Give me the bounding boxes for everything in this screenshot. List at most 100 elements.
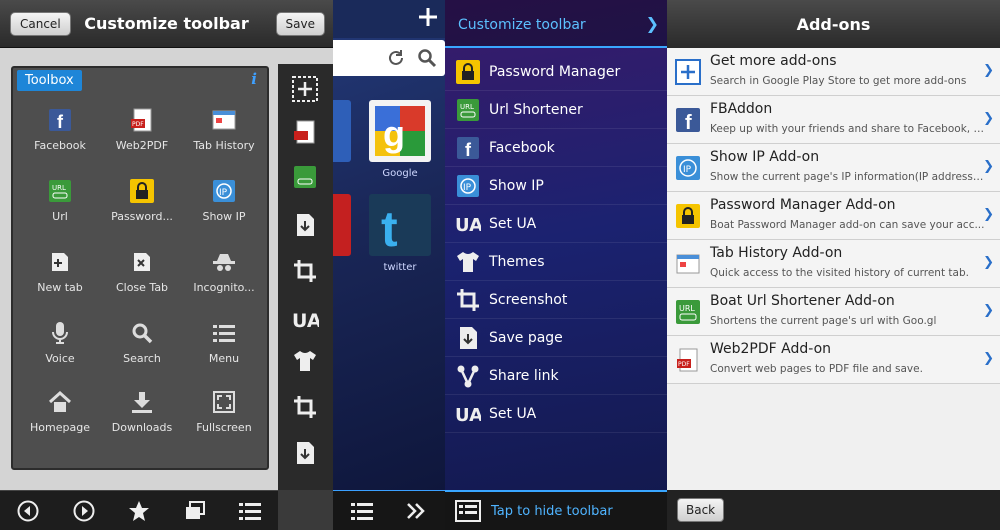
svg-text:UA: UA	[455, 405, 481, 426]
url-icon: URL	[47, 179, 73, 203]
menu-item-label: Set UA	[489, 216, 537, 232]
speed-dial-tile-google[interactable]: g	[369, 100, 431, 162]
web2pdf-icon: PDF	[675, 347, 701, 373]
tool-show-ip[interactable]: IP Show IP	[181, 179, 267, 223]
tile-label: Google	[382, 168, 418, 179]
tool-close-tab[interactable]: Close Tab	[99, 250, 185, 294]
tool-label: Search	[123, 352, 161, 365]
tool-label: Downloads	[111, 421, 173, 434]
tool-tab-history[interactable]: Tab History	[181, 108, 267, 152]
menu-item-set-ua[interactable]: UA Set UA	[445, 205, 667, 243]
menu-item-password-manager[interactable]: Password Manager	[445, 53, 667, 91]
tool-incognito[interactable]: Incognito...	[181, 250, 267, 294]
tool-label: Password...	[111, 210, 173, 223]
addon-title: Password Manager Add-on	[710, 197, 896, 213]
web2pdf-icon: PDF	[129, 108, 155, 132]
tabs-icon[interactable]	[183, 499, 207, 523]
speed-dial-tile[interactable]	[333, 100, 351, 162]
back-arrow-icon[interactable]	[16, 499, 40, 523]
page-title: Add-ons	[796, 15, 871, 34]
menu-item-url-shortener[interactable]: URL Url Shortener	[445, 91, 667, 129]
addon-item-get-more[interactable]: Get more add-ons Search in Google Play S…	[667, 48, 1000, 96]
web2pdf-icon[interactable]	[291, 119, 319, 145]
menu-item-label: Set UA	[489, 406, 537, 422]
customize-top-bar: Cancel Customize toolbar Save	[0, 0, 333, 48]
url-icon[interactable]	[291, 164, 319, 190]
refresh-icon[interactable]	[387, 49, 405, 71]
addon-item-tab-history[interactable]: Tab History Add-on Quick access to the v…	[667, 240, 1000, 288]
menu-item-label: Screenshot	[489, 292, 568, 308]
tool-label: Voice	[45, 352, 75, 365]
save-page-icon[interactable]	[291, 440, 319, 466]
menu-icon[interactable]	[351, 501, 373, 525]
toolbox: Toolbox i f Facebook PDF Web2PDF Tab His…	[11, 66, 269, 470]
tool-facebook[interactable]: f Facebook	[17, 108, 103, 152]
addon-item-url-shortener[interactable]: URL Boat Url Shortener Add-on Shortens t…	[667, 288, 1000, 336]
back-button[interactable]: Back	[677, 498, 725, 522]
chevron-right-icon: ❯	[983, 351, 994, 366]
save-page-icon[interactable]	[291, 212, 319, 238]
addon-item-fbaddon[interactable]: f FBAddon Keep up with your friends and …	[667, 96, 1000, 144]
share-icon	[455, 364, 481, 388]
facebook-icon: f	[675, 107, 701, 133]
tool-search[interactable]: Search	[99, 321, 185, 365]
url-bar[interactable]	[333, 40, 445, 76]
info-icon[interactable]: i	[251, 70, 257, 88]
svg-text:URL: URL	[679, 304, 695, 313]
menu-item-save-page[interactable]: Save page	[445, 319, 667, 357]
browser-bottom-bar	[333, 490, 445, 530]
shirt-icon[interactable]	[291, 348, 319, 374]
double-chevron-icon[interactable]	[405, 501, 427, 525]
addon-title: Show IP Add-on	[710, 149, 820, 165]
addon-title: Get more add-ons	[710, 53, 837, 69]
tool-fullscreen[interactable]: Fullscreen	[181, 390, 267, 434]
addon-title: Tab History Add-on	[710, 245, 843, 261]
toolbox-tab[interactable]: Toolbox	[17, 70, 82, 91]
hide-toolbar-bar[interactable]: Tap to hide toolbar	[445, 490, 667, 530]
tool-label: Url	[52, 210, 68, 223]
menu-item-set-ua[interactable]: UA Set UA	[445, 395, 667, 433]
addon-item-show-ip[interactable]: IP Show IP Add-on Show the current page'…	[667, 144, 1000, 192]
svg-text:UA: UA	[455, 215, 481, 236]
tool-voice[interactable]: Voice	[17, 321, 103, 365]
tool-url[interactable]: URL Url	[17, 179, 103, 223]
tool-menu[interactable]: Menu	[181, 321, 267, 365]
search-icon[interactable]	[417, 48, 437, 72]
bottom-toolbar	[0, 490, 278, 530]
menu-icon[interactable]	[238, 499, 262, 523]
current-toolbar-strip: UA	[278, 64, 333, 490]
menu-item-screenshot[interactable]: Screenshot	[445, 281, 667, 319]
google-logo-icon: g	[375, 106, 425, 156]
plus-icon	[675, 59, 701, 85]
new-tab-plus-icon[interactable]	[417, 6, 439, 32]
tool-label: Incognito...	[193, 281, 255, 294]
tool-homepage[interactable]: Homepage	[17, 390, 103, 434]
tool-web2pdf[interactable]: PDF Web2PDF	[99, 108, 185, 152]
addon-description: Shortens the current page's url with Goo…	[710, 315, 937, 327]
menu-item-show-ip[interactable]: IP Show IP	[445, 167, 667, 205]
star-icon[interactable]	[127, 499, 151, 523]
tool-password[interactable]: Password...	[99, 179, 185, 223]
toolbar-menu-header[interactable]: Customize toolbar ❯	[445, 0, 667, 48]
ua-icon[interactable]: UA	[291, 306, 319, 332]
addon-item-web2pdf[interactable]: PDF Web2PDF Add-on Convert web pages to …	[667, 336, 1000, 384]
speed-dial-tile-twitter[interactable]: t	[369, 194, 431, 257]
menu-item-label: Save page	[489, 330, 563, 346]
microphone-icon	[47, 321, 73, 345]
addon-item-password-manager[interactable]: Password Manager Add-on Boat Password Ma…	[667, 192, 1000, 240]
addons-header: Add-ons	[667, 0, 1000, 48]
save-button[interactable]: Save	[275, 12, 325, 36]
tool-downloads[interactable]: Downloads	[99, 390, 185, 434]
shirt-icon	[455, 250, 481, 274]
tool-new-tab[interactable]: New tab	[17, 250, 103, 294]
crop-icon[interactable]	[291, 258, 319, 284]
speed-dial-tile[interactable]	[333, 194, 351, 256]
menu-item-share-link[interactable]: Share link	[445, 357, 667, 395]
add-icon[interactable]	[291, 76, 319, 102]
menu-item-themes[interactable]: Themes	[445, 243, 667, 281]
crop-icon[interactable]	[291, 394, 319, 420]
svg-text:URL: URL	[460, 103, 474, 111]
menu-item-facebook[interactable]: f Facebook	[445, 129, 667, 167]
forward-arrow-icon[interactable]	[72, 499, 96, 523]
save-page-icon	[455, 326, 481, 350]
